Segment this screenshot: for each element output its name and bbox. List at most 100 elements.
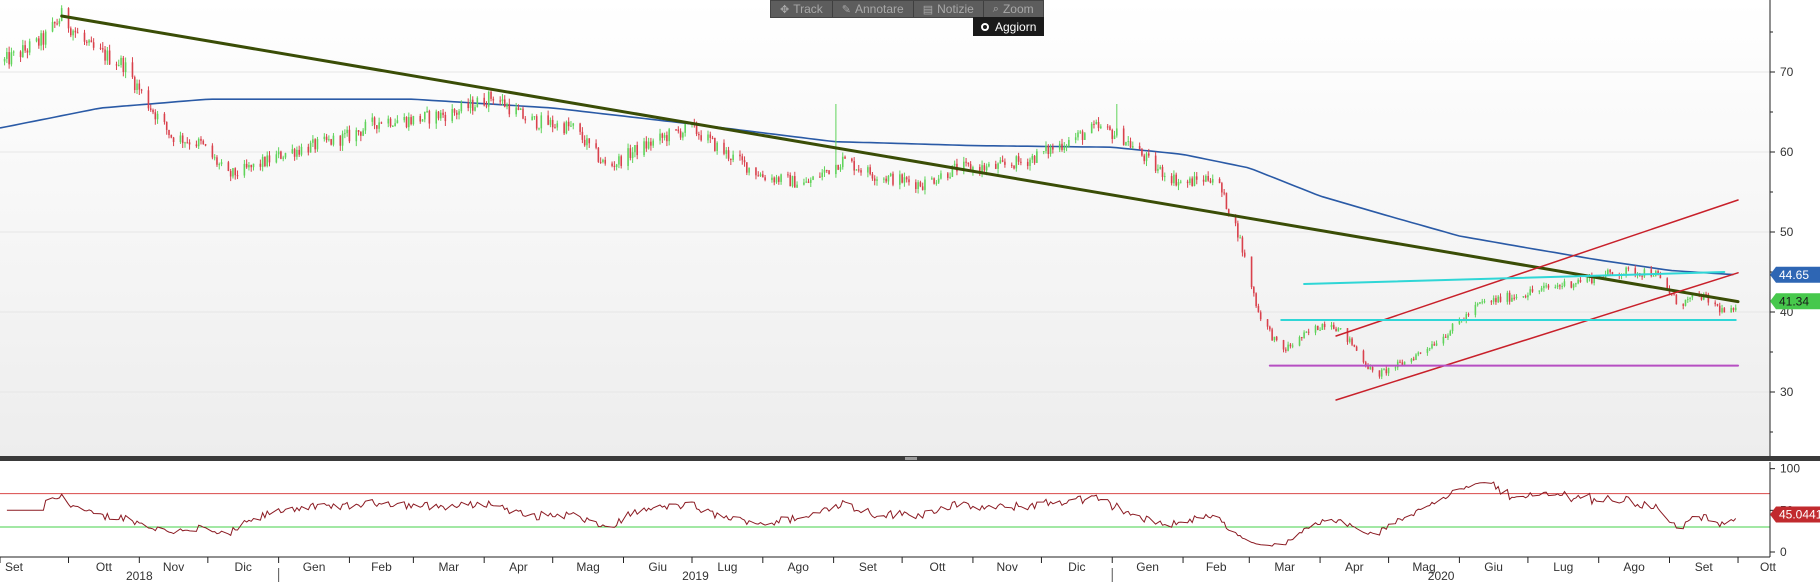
candle-body [821,172,823,178]
candle-body [410,117,412,125]
candle-body [186,142,189,144]
candle-body [586,138,588,146]
annotate-label: Annotare [855,2,904,16]
candle-body [76,32,79,34]
candle [1362,349,1365,364]
candle-body [154,112,157,120]
candle-body [807,181,810,183]
candle-body [490,91,492,99]
month-label: Set [859,560,878,574]
candle-body [675,129,677,131]
candle-body [873,178,876,181]
candle-body [483,97,485,106]
candle [1271,327,1273,341]
candle-body [6,52,8,59]
candle-body [1643,269,1646,277]
candle-body [1202,179,1205,182]
price-chart[interactable]: 304050607044.6541.3405010045.0441SetOttN… [0,0,1820,583]
candle-body [1211,178,1214,183]
candle-body [1154,155,1157,171]
month-label: Mar [1274,560,1295,574]
candle-body [1282,340,1285,350]
candle-body [1013,165,1015,169]
annotate-button[interactable]: ✎ Annotare [833,1,914,17]
candle-body [903,177,906,183]
candle-body [508,104,511,115]
update-button[interactable]: Aggiorn [973,17,1045,36]
candle-body [988,163,990,167]
candle-body [485,105,488,107]
candle-body [1531,289,1534,292]
candle-body [120,57,122,65]
candle [1675,294,1678,305]
candle-body [179,135,182,143]
zoom-button[interactable]: ⌕ Zoom [984,1,1043,17]
candle-body [487,91,490,107]
candle-body [924,179,926,190]
candle-body [1189,178,1191,184]
candle-body [1718,305,1721,313]
candle-body [268,155,271,163]
candle-body [1077,132,1079,138]
candle-body [789,174,792,187]
candle-body [844,156,846,159]
candle-body [1332,324,1335,329]
candle-body [1303,332,1305,338]
news-button[interactable]: ▤ Notizie [914,1,984,17]
candle-body [524,118,527,121]
candle-body [796,184,798,188]
candle-body [540,115,543,129]
candle-body [371,117,374,122]
candle-body [1109,126,1111,130]
candle-body [1483,301,1486,303]
candle-body [1575,283,1577,285]
month-label: Lug [717,560,737,574]
candle-body [764,177,766,181]
candle-body [1241,237,1244,253]
candle-body [554,127,556,129]
candle-body [1271,329,1273,341]
year-label: 2020 [1428,569,1455,582]
candle-body [296,149,298,157]
track-button[interactable]: ✥ Track [771,1,833,17]
month-label: Feb [1206,560,1227,574]
candle-body [579,123,581,132]
candle-body [839,167,842,170]
candle-body [1511,297,1513,302]
candle-body [163,113,166,123]
candle-body [437,111,440,119]
candle-body [131,62,134,78]
candle-body [743,160,746,163]
candle [405,116,408,129]
candle [1570,281,1573,289]
candle-body [316,139,319,150]
candle-body [652,140,654,146]
candle-body [387,118,390,124]
candle-body [1721,308,1723,313]
candle-body [1289,344,1292,347]
candle-body [837,164,839,170]
candle-body [266,155,269,167]
candle-body [1127,141,1130,143]
candle-body [389,118,392,127]
candle-body [1316,325,1319,331]
candle-body [668,129,670,142]
candle-body [1273,336,1276,341]
candle-body [947,173,949,178]
candle-body [453,109,456,113]
update-label: Aggiorn [995,19,1037,34]
candle-body [282,157,284,159]
candle-body [1369,367,1372,370]
candle [901,173,903,184]
candle-body [1444,336,1447,338]
candle-body [1161,166,1164,178]
candle [264,156,266,168]
candle-body [1563,281,1566,287]
candle-body [627,148,629,166]
candle-body [1111,129,1114,139]
candle-body [1385,369,1388,374]
candle-body [136,83,138,91]
candle-body [805,181,808,183]
candle-body [1415,354,1417,360]
candle-body [1319,329,1321,331]
